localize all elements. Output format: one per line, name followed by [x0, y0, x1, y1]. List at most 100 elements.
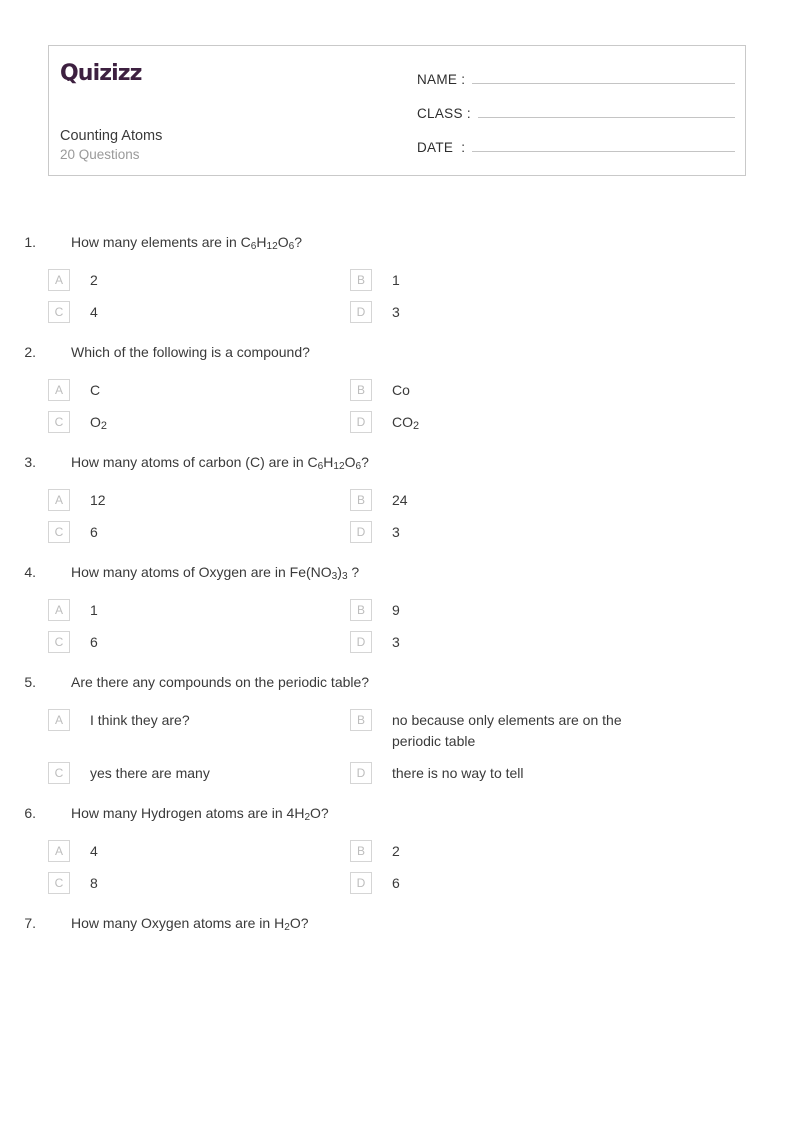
answer-option-b[interactable]: B9 — [350, 599, 710, 621]
class-input[interactable] — [477, 100, 735, 118]
option-letter-badge[interactable]: B — [350, 599, 372, 621]
answer-option-d[interactable]: Dthere is no way to tell — [350, 762, 710, 784]
option-text: 2 — [392, 843, 400, 859]
question-block: 2. Which of the following is a compound? A… — [0, 342, 794, 433]
name-input[interactable] — [472, 66, 735, 84]
option-text: 6 — [90, 524, 98, 540]
question-number: 2. — [24, 344, 36, 360]
answer-options: A2B1C4D3 — [0, 269, 794, 323]
answer-option-row: A4B2 — [0, 840, 794, 862]
option-letter-badge[interactable]: A — [48, 489, 70, 511]
answer-option-d[interactable]: D3 — [350, 631, 710, 653]
option-text: 9 — [392, 602, 400, 618]
question-header: 7. How many Oxygen atoms are in H2O? — [0, 913, 794, 933]
answer-options: A 12 B 24 C 6 D 3 — [0, 489, 794, 543]
question-count-label: 20 Questions — [60, 147, 140, 162]
option-text: 1 — [90, 602, 98, 618]
name-field-label: NAME : — [417, 72, 466, 87]
quizizz-logo: Quizizz — [60, 63, 142, 85]
answer-option-c[interactable]: C4 — [0, 301, 350, 323]
option-letter-badge[interactable]: D — [350, 301, 372, 323]
answer-options: A4B2C8D6 — [0, 840, 794, 894]
answer-option-row: C4D3 — [0, 301, 794, 323]
brand-column: Quizizz — [60, 56, 400, 85]
option-letter-badge[interactable]: A — [48, 599, 70, 621]
option-letter-badge[interactable]: B — [350, 709, 372, 731]
option-text: 3 — [392, 304, 400, 320]
question-text: How many elements are in C6H12O6? — [71, 234, 302, 253]
option-letter-badge[interactable]: C — [48, 411, 70, 433]
answer-option-d[interactable]: D CO2 — [350, 411, 710, 433]
option-letter-badge[interactable]: C — [48, 872, 70, 894]
date-input[interactable] — [472, 134, 735, 152]
answer-option-row: C8D6 — [0, 872, 794, 894]
option-letter-badge[interactable]: A — [48, 709, 70, 731]
worksheet-header-card: Quizizz Counting Atoms 20 Questions NAME… — [48, 45, 746, 176]
class-field-row: CLASS : — [417, 100, 735, 134]
question-header: 4. How many atoms of Oxygen are in Fe(NO3… — [0, 562, 794, 582]
option-letter-badge[interactable]: C — [48, 521, 70, 543]
option-text: no because only elements are on the peri… — [392, 712, 622, 749]
answer-option-a[interactable]: A I think they are? — [0, 709, 350, 731]
answer-option-a[interactable]: A1 — [0, 599, 350, 621]
answer-option-c[interactable]: C6 — [0, 521, 350, 543]
answer-option-row: C O2 D CO2 — [0, 411, 794, 433]
option-letter-badge[interactable]: A — [48, 379, 70, 401]
question-block: 4. How many atoms of Oxygen are in Fe(NO3… — [0, 562, 794, 653]
option-letter-badge[interactable]: A — [48, 840, 70, 862]
option-letter-badge[interactable]: D — [350, 872, 372, 894]
answer-option-d[interactable]: D6 — [350, 872, 710, 894]
answer-option-c[interactable]: C6 — [0, 631, 350, 653]
answer-option-d[interactable]: D3 — [350, 301, 710, 323]
option-text: 4 — [90, 304, 98, 320]
answer-option-b[interactable]: B 24 — [350, 489, 710, 511]
answer-option-row: Cyes there are many Dthere is no way to t… — [0, 762, 794, 784]
question-block: 6. How many Hydrogen atoms are in 4H2O? A 4… — [0, 803, 794, 894]
option-letter-badge[interactable]: C — [48, 301, 70, 323]
option-letter-badge[interactable]: A — [48, 269, 70, 291]
answer-option-b[interactable]: B1 — [350, 269, 710, 291]
option-text: 2 — [90, 272, 98, 288]
answer-option-row: A2B1 — [0, 269, 794, 291]
option-letter-badge[interactable]: D — [350, 411, 372, 433]
answer-option-b[interactable]: B2 — [350, 840, 710, 862]
option-letter-badge[interactable]: B — [350, 379, 372, 401]
question-text: How many atoms of Oxygen are in Fe(NO3)3… — [71, 564, 360, 583]
option-letter-badge[interactable]: D — [350, 631, 372, 653]
questions-list: 1. How many elements are in C6H12O6? A 2 B 1 C… — [0, 232, 794, 952]
question-number: 6. — [24, 805, 36, 821]
option-letter-badge[interactable]: C — [48, 631, 70, 653]
option-letter-badge[interactable]: D — [350, 521, 372, 543]
option-text: 3 — [392, 634, 400, 650]
answer-option-a[interactable]: AC — [0, 379, 350, 401]
answer-option-a[interactable]: A 12 — [0, 489, 350, 511]
answer-option-c[interactable]: C8 — [0, 872, 350, 894]
answer-option-d[interactable]: D3 — [350, 521, 710, 543]
answer-option-a[interactable]: A4 — [0, 840, 350, 862]
option-letter-badge[interactable]: B — [350, 269, 372, 291]
option-text: O2 — [90, 414, 107, 432]
answer-options: A I think they are? Bno because only eleme… — [0, 709, 794, 784]
question-number: 1. — [24, 234, 36, 250]
option-text: 8 — [90, 875, 98, 891]
answer-options: A C B Co C O2 D CO2 — [0, 379, 794, 433]
student-info-fields: NAME : CLASS : DATE : — [417, 66, 735, 168]
answer-option-b[interactable]: Bno because only elements are on the per… — [350, 709, 710, 752]
option-text: I think they are? — [90, 712, 190, 728]
option-letter-badge[interactable]: D — [350, 762, 372, 784]
option-letter-badge[interactable]: B — [350, 489, 372, 511]
answer-option-row: A 12 B 24 — [0, 489, 794, 511]
question-block: 1. How many elements are in C6H12O6? A 2 B 1 C… — [0, 232, 794, 323]
question-number: 4. — [24, 564, 36, 580]
answer-option-b[interactable]: B Co — [350, 379, 710, 401]
answer-option-a[interactable]: A2 — [0, 269, 350, 291]
question-number: 5. — [24, 674, 36, 690]
option-text: 1 — [392, 272, 400, 288]
question-header: 2. Which of the following is a compound? — [0, 342, 794, 362]
answer-option-c[interactable]: C O2 — [0, 411, 350, 433]
answer-option-c[interactable]: Cyes there are many — [0, 762, 350, 784]
option-letter-badge[interactable]: C — [48, 762, 70, 784]
question-block: 3. How many atoms of carbon (C) are in C6… — [0, 452, 794, 543]
option-letter-badge[interactable]: B — [350, 840, 372, 862]
option-text: there is no way to tell — [392, 765, 524, 781]
